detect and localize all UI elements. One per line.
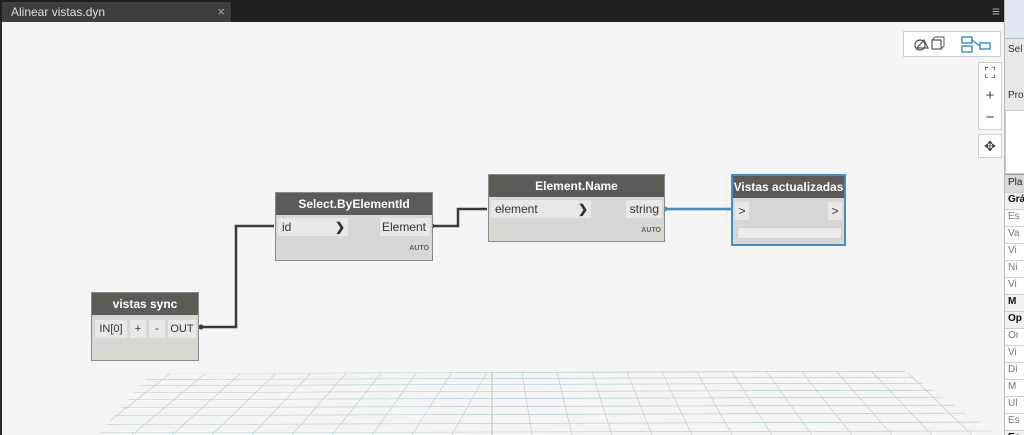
graph-canvas[interactable]: ⛶ + − ✥ vistas sync IN[0] + - OUT Select… bbox=[2, 22, 1004, 435]
property-row[interactable]: Op bbox=[1005, 311, 1024, 328]
node-title: Select.ByElementId bbox=[276, 193, 432, 215]
wire-vistas-to-select[interactable] bbox=[201, 224, 274, 329]
property-row[interactable]: M bbox=[1005, 379, 1024, 396]
input-port-watch[interactable]: > bbox=[735, 202, 749, 220]
add-input-button[interactable]: + bbox=[130, 320, 146, 338]
property-label: Ni bbox=[1008, 262, 1018, 273]
property-row[interactable]: Di bbox=[1005, 362, 1024, 379]
tab-bar: Alinear vistas.dyn × ≡ bbox=[0, 0, 1004, 22]
property-row[interactable]: Ul bbox=[1005, 396, 1024, 413]
property-label: Ul bbox=[1008, 398, 1018, 409]
property-row[interactable]: Ni bbox=[1005, 260, 1024, 277]
wire-select-to-name[interactable] bbox=[432, 207, 487, 228]
input-port-element[interactable]: element ❯ bbox=[491, 200, 591, 218]
lacing-label[interactable]: AUTO bbox=[641, 227, 661, 234]
port-label: Element bbox=[381, 220, 426, 234]
file-tab-title: Alinear vistas.dyn bbox=[11, 5, 106, 19]
pan-icon[interactable]: ✥ bbox=[978, 134, 1002, 158]
close-tab-icon[interactable]: × bbox=[217, 2, 225, 22]
panel-top-area bbox=[1005, 0, 1024, 39]
property-label: M bbox=[1008, 296, 1017, 307]
property-label: Vi bbox=[1008, 279, 1017, 290]
file-tab[interactable]: Alinear vistas.dyn × bbox=[2, 2, 231, 22]
graph-view-icon[interactable] bbox=[952, 32, 1000, 56]
property-row[interactable]: Es bbox=[1005, 209, 1024, 226]
property-label: Va bbox=[1008, 228, 1020, 239]
property-row[interactable]: Es bbox=[1005, 430, 1024, 435]
property-label: Es bbox=[1008, 211, 1020, 222]
node-element-name[interactable]: Element.Name element ❯ string AUTO bbox=[488, 174, 665, 242]
properties-header[interactable]: Pla bbox=[1005, 174, 1024, 192]
node-vistas-actualizadas[interactable]: Vistas actualizadas > > bbox=[731, 174, 846, 246]
property-label: Vi bbox=[1008, 245, 1017, 256]
port-label: string bbox=[629, 202, 659, 216]
output-port-watch[interactable]: > bbox=[828, 202, 842, 220]
node-title: vistas sync bbox=[92, 293, 198, 315]
zoom-fit-icon[interactable]: ⛶ bbox=[979, 63, 1001, 85]
zoom-out-icon[interactable]: − bbox=[979, 107, 1001, 129]
node-select-by-element-id[interactable]: Select.ByElementId id ❯ Element AUTO bbox=[275, 192, 433, 261]
lacing-label[interactable]: AUTO bbox=[409, 245, 429, 252]
property-row[interactable]: Es bbox=[1005, 413, 1024, 430]
property-label: Di bbox=[1008, 364, 1018, 375]
remove-input-button[interactable]: - bbox=[149, 320, 165, 338]
input-port-id[interactable]: id ❯ bbox=[278, 218, 348, 236]
property-row[interactable]: Vi bbox=[1005, 345, 1024, 362]
property-label: Es bbox=[1008, 415, 1020, 426]
properties-label: Pro bbox=[1008, 90, 1024, 101]
properties-panel: Sel Pro Pla Grá Es Va Vi Ni Vi M Op Or V… bbox=[1004, 0, 1024, 435]
property-label: Vi bbox=[1008, 347, 1017, 358]
property-label: Op bbox=[1008, 313, 1022, 324]
property-row[interactable]: M bbox=[1005, 294, 1024, 311]
chevron-right-icon: ❯ bbox=[334, 220, 345, 234]
menu-icon[interactable]: ≡ bbox=[989, 2, 1003, 20]
property-row[interactable]: Vi bbox=[1005, 277, 1024, 294]
view-toggle bbox=[903, 31, 1001, 57]
chevron-right-icon: ❯ bbox=[577, 202, 588, 216]
port-dot bbox=[198, 324, 204, 330]
node-title: Vistas actualizadas bbox=[733, 176, 844, 198]
zoom-in-icon[interactable]: + bbox=[979, 85, 1001, 107]
property-row[interactable]: Vi bbox=[1005, 243, 1024, 260]
property-row[interactable]: Grá bbox=[1005, 192, 1024, 209]
zoom-controls: ⛶ + − bbox=[978, 62, 1002, 130]
port-label: id bbox=[282, 220, 292, 234]
watch-output-area bbox=[737, 227, 842, 239]
type-selector[interactable] bbox=[1005, 110, 1024, 174]
output-port-element[interactable]: Element bbox=[380, 218, 430, 236]
properties-header-label: Pla bbox=[1008, 177, 1023, 188]
property-label: M bbox=[1008, 381, 1017, 392]
node-vistas-sync[interactable]: vistas sync IN[0] + - OUT bbox=[91, 292, 199, 361]
node-title: Element.Name bbox=[489, 175, 664, 197]
3d-preview-icon[interactable] bbox=[904, 32, 952, 56]
property-row[interactable]: Va bbox=[1005, 226, 1024, 243]
property-row[interactable]: Or bbox=[1005, 328, 1024, 345]
property-label: Or bbox=[1008, 330, 1020, 341]
output-port-string[interactable]: string bbox=[626, 200, 662, 218]
output-port-label[interactable]: OUT bbox=[168, 320, 196, 338]
port-label: element bbox=[495, 202, 538, 216]
input-port-label[interactable]: IN[0] bbox=[95, 320, 127, 338]
property-label: Grá bbox=[1008, 194, 1024, 205]
selection-label: Sel bbox=[1008, 44, 1023, 55]
